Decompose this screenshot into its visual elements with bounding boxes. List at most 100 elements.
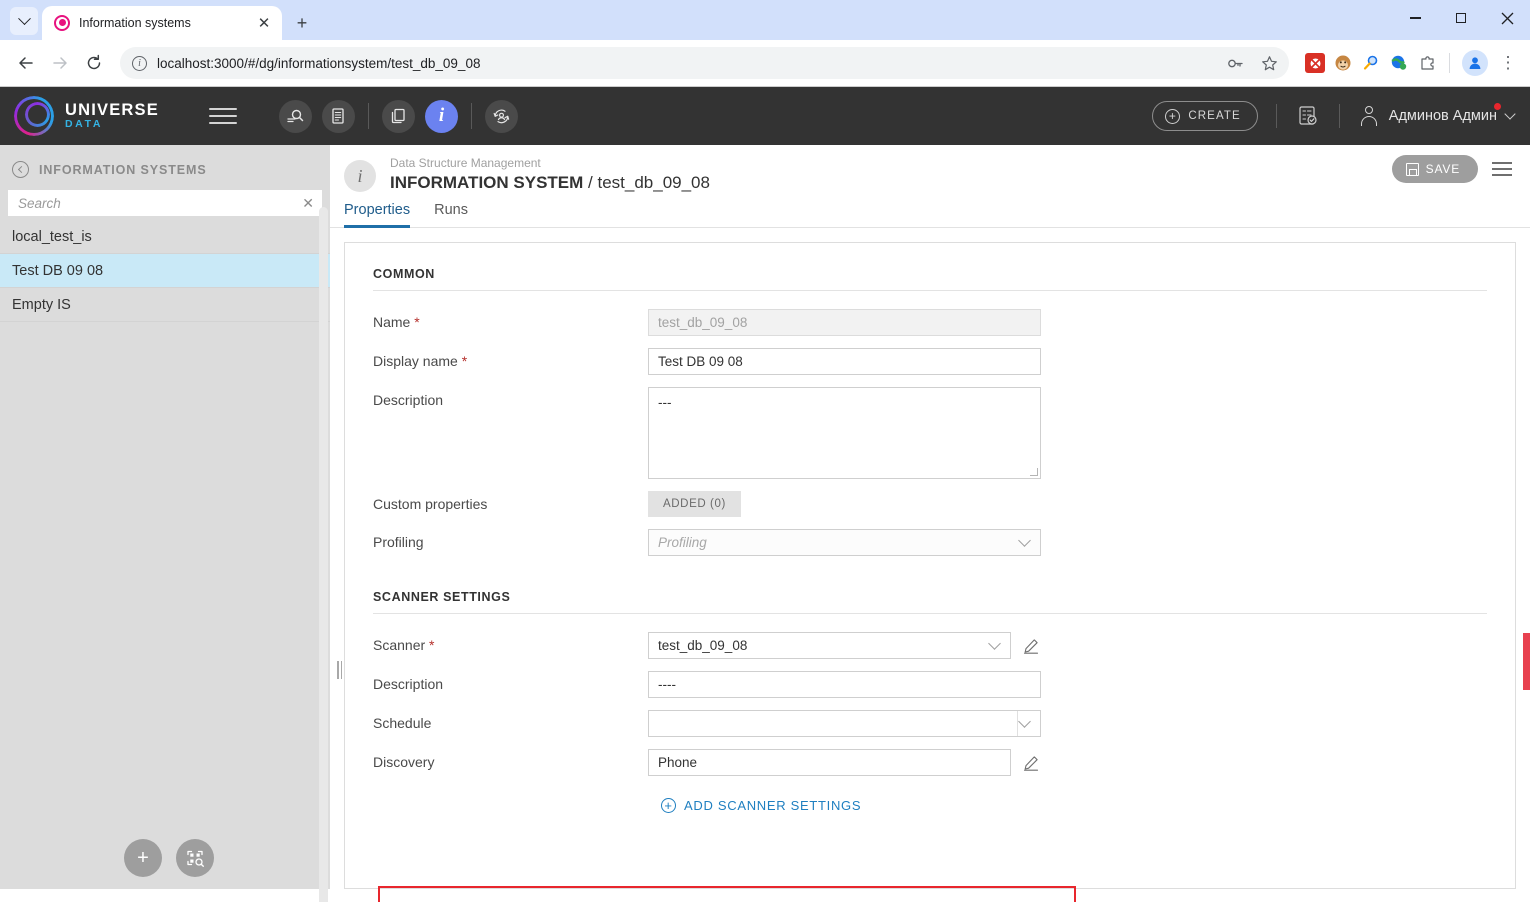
scanner-select[interactable]: test_db_09_08 [648,632,1011,659]
scanner-value: test_db_09_08 [658,638,990,653]
browser-tab-title: Information systems [79,16,243,30]
main-menu-icon[interactable] [209,108,237,125]
label-name: Name * [373,309,648,330]
field-row-discovery: Discovery [373,749,1487,776]
edit-pencil-icon[interactable] [1023,755,1039,771]
page-actions: SAVE [1392,155,1512,183]
field-row-name: Name * [373,309,1487,336]
add-scanner-settings-label: ADD SCANNER SETTINGS [684,798,861,813]
user-sync-icon[interactable] [485,100,518,133]
app-body: INFORMATION SYSTEMS ✕ local_test_is Test… [0,145,1530,889]
app-logo[interactable]: UNIVERSE DATA [14,96,159,136]
information-system-icon: i [344,160,376,192]
chevron-down-icon [988,637,1001,650]
user-menu[interactable]: Админов Админ [1358,105,1514,127]
label-display-name: Display name * [373,348,648,369]
discovery-input[interactable] [648,749,1011,776]
document-icon[interactable] [322,100,355,133]
chevron-down-icon[interactable] [1504,108,1515,119]
section-title-scanner: SCANNER SETTINGS [373,590,1487,614]
search-input[interactable] [18,196,296,211]
puzzle-icon[interactable] [1417,53,1437,73]
list-item[interactable]: Test DB 09 08 [0,254,330,288]
back-icon[interactable] [10,47,42,79]
display-name-input[interactable] [648,348,1041,375]
sidebar-scrollbar[interactable] [319,207,328,902]
sidebar-resize-handle[interactable] [337,661,343,679]
user-name: Админов Админ [1389,108,1497,124]
new-tab-button[interactable]: + [290,11,314,35]
sidebar-actions: + [0,839,330,877]
profiling-placeholder: Profiling [658,535,1020,550]
browser-menu-icon[interactable]: ⋮ [1496,56,1520,70]
logo-line-2: DATA [65,119,159,130]
site-info-icon[interactable]: i [132,56,147,71]
edit-pencil-icon[interactable] [1023,638,1039,654]
add-scanner-settings-button[interactable]: + ADD SCANNER SETTINGS [661,798,1487,813]
scanner-description-input[interactable] [648,671,1041,698]
window-close-button[interactable] [1484,0,1530,36]
forward-icon[interactable] [44,47,76,79]
address-bar[interactable]: i localhost:3000/#/dg/informationsystem/… [120,47,1289,79]
field-row-description: Description --- [373,387,1487,479]
page-scrollbar-thumb[interactable] [1523,633,1530,690]
page-menu-icon[interactable] [1492,162,1512,176]
page-title-separator: / [583,173,597,192]
url-text: localhost:3000/#/dg/informationsystem/te… [157,56,1213,71]
custom-properties-button[interactable]: ADDED (0) [648,491,741,517]
tab-runs[interactable]: Runs [434,202,468,228]
adblock-icon[interactable] [1305,53,1325,73]
label-description: Description [373,387,648,408]
list-item[interactable]: local_test_is [0,220,330,254]
save-icon [1406,163,1419,176]
save-button[interactable]: SAVE [1392,155,1478,183]
tab-list-icon[interactable] [10,7,38,35]
field-row-profiling: Profiling Profiling [373,529,1487,556]
browser-tab-bar: Information systems ✕ + [0,0,1530,40]
catalog-stack-icon[interactable] [382,100,415,133]
data-search-icon[interactable] [279,100,312,133]
label-discovery: Discovery [373,749,648,770]
tab-properties[interactable]: Properties [344,202,410,228]
content-tabs: Properties Runs [330,202,1530,228]
browser-toolbar: i localhost:3000/#/dg/informationsystem/… [0,40,1530,87]
collapse-panel-icon[interactable] [12,161,29,178]
window-minimize-button[interactable] [1392,0,1438,36]
breadcrumb: Data Structure Management [390,157,710,171]
form-scroll-area: COMMON Name * Display name * Description [330,228,1530,889]
create-button[interactable]: + CREATE [1152,101,1257,131]
schedule-select[interactable] [648,710,1041,737]
textarea-resize-grip[interactable] [1030,468,1038,476]
description-textarea[interactable]: --- [648,387,1041,479]
globe-extension-icon[interactable] [1389,53,1409,73]
page-title-type: INFORMATION SYSTEM [390,173,583,192]
add-information-system-button[interactable]: + [124,839,162,877]
search-extension-icon[interactable] [1361,53,1381,73]
information-systems-icon[interactable]: i [425,100,458,133]
nav-divider [368,103,369,129]
browser-tab[interactable]: Information systems ✕ [42,6,282,40]
label-custom-properties: Custom properties [373,491,648,512]
sidebar: INFORMATION SYSTEMS ✕ local_test_is Test… [0,145,330,889]
label-schedule: Schedule [373,710,648,731]
label-scanner: Scanner * [373,632,648,653]
qr-scan-icon[interactable] [176,839,214,877]
page-header: i Data Structure Management INFORMATION … [330,145,1530,192]
required-marker: * [462,353,467,369]
window-maximize-button[interactable] [1438,0,1484,36]
reload-icon[interactable] [78,47,110,79]
tasks-checklist-icon[interactable] [1295,103,1321,129]
monkey-icon[interactable] [1333,53,1353,73]
list-item[interactable]: Empty IS [0,288,330,322]
profiling-select[interactable]: Profiling [648,529,1041,556]
window-controls [1392,0,1530,36]
close-icon[interactable]: ✕ [252,11,276,35]
app-header: UNIVERSE DATA i + CREATE [0,87,1530,145]
header-right-actions: + CREATE Админов Админ [1152,101,1514,131]
universe-logo-icon [54,15,70,31]
profile-avatar-icon[interactable] [1462,50,1488,76]
star-icon[interactable] [1257,51,1281,75]
search-box[interactable]: ✕ [8,190,322,216]
clear-search-icon[interactable]: ✕ [296,195,314,212]
key-icon[interactable] [1223,51,1247,75]
